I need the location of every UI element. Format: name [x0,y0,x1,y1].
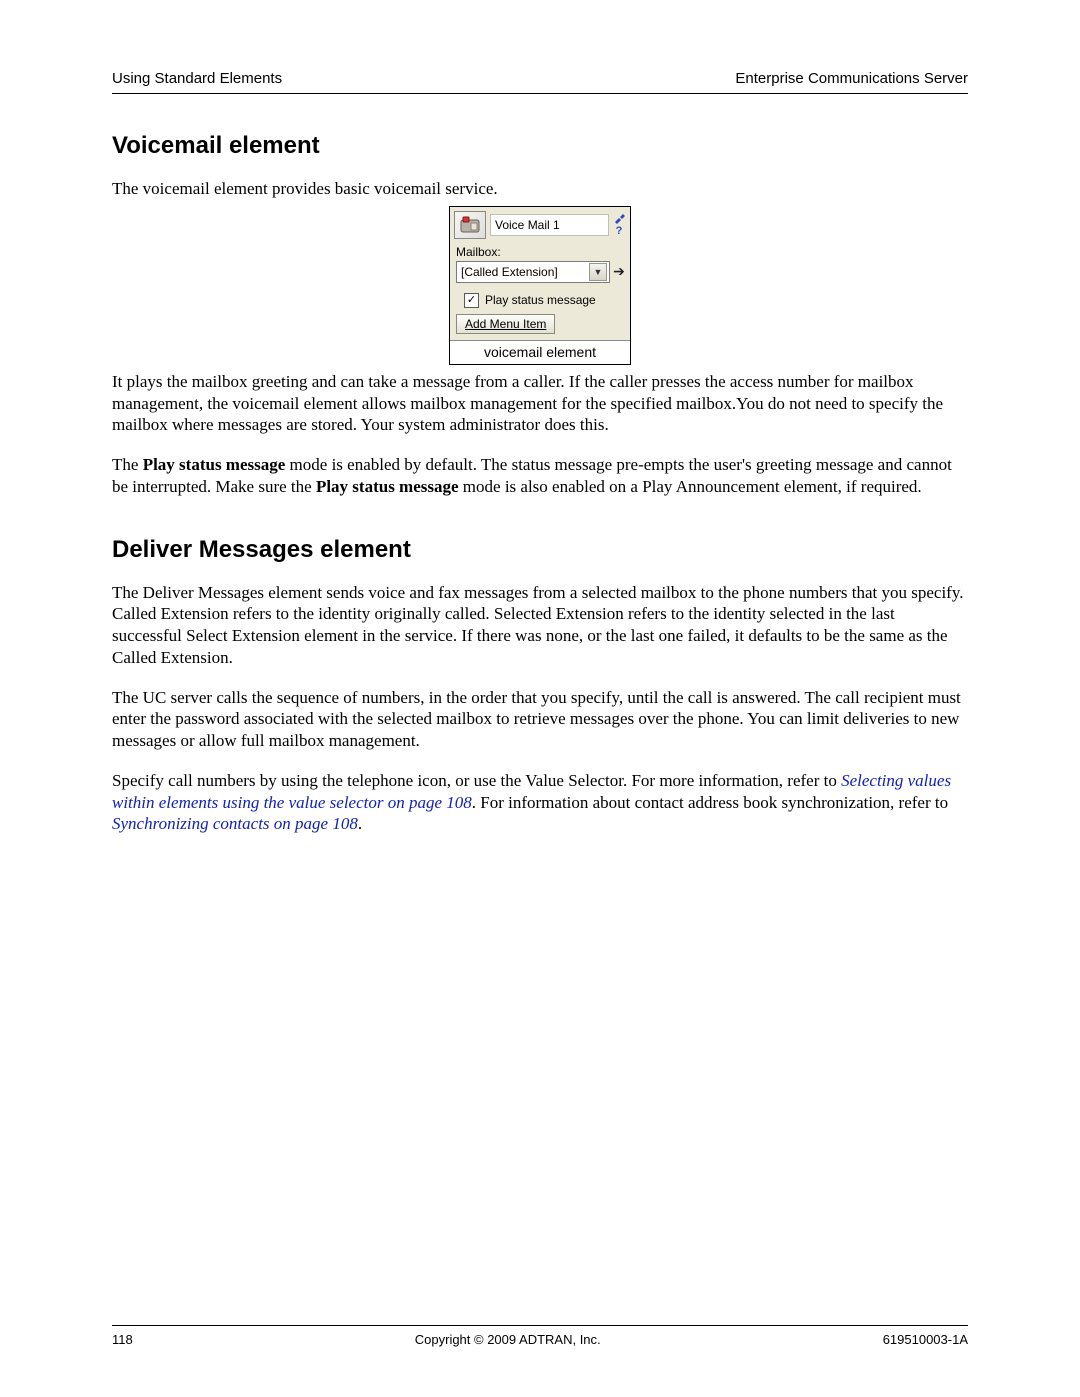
voicemail-p3: The Play status message mode is enabled … [112,454,968,498]
voicemail-p2: It plays the mailbox greeting and can ta… [112,371,968,436]
figure-title-input[interactable]: Voice Mail 1 [490,214,609,236]
heading-voicemail-element: Voicemail element [112,132,968,160]
play-status-checkbox[interactable]: ✓ [464,293,479,308]
deliver-p2: The UC server calls the sequence of numb… [112,687,968,752]
text: Specify call numbers by using the teleph… [112,771,841,790]
figure-caption: voicemail element [450,340,630,364]
mailbox-select-value: [Called Extension] [461,265,558,279]
pin-icon[interactable] [612,214,626,224]
running-header: Using Standard Elements Enterprise Commu… [112,70,968,94]
exit-arrow-icon: ➔ [610,263,628,280]
text: . [358,814,362,833]
chevron-down-icon[interactable]: ▼ [589,263,607,281]
mailbox-label: Mailbox: [450,241,630,259]
figure-title-row: Voice Mail 1 ? [450,207,630,241]
figure-container: Voice Mail 1 ? Mailbox: [Called Extensio… [112,206,968,365]
deliver-p1: The Deliver Messages element sends voice… [112,582,968,669]
voicemail-intro: The voicemail element provides basic voi… [112,178,968,200]
text: . For information about contact address … [472,793,948,812]
header-left: Using Standard Elements [112,70,282,87]
text: mode is also enabled on a Play Announcem… [459,477,922,496]
text: The [112,455,143,474]
phone-icon [454,211,486,239]
link-sync-contacts[interactable]: Synchronizing contacts on page 108 [112,814,358,833]
header-right: Enterprise Communications Server [735,70,968,87]
bold-play-status-2: Play status message [316,477,459,496]
voicemail-element-figure: Voice Mail 1 ? Mailbox: [Called Extensio… [449,206,631,365]
mailbox-select[interactable]: [Called Extension] ▼ [456,261,610,283]
page-number: 118 [112,1332,133,1347]
bold-play-status: Play status message [143,455,286,474]
doc-number: 619510003-1A [883,1332,968,1347]
copyright: Copyright © 2009 ADTRAN, Inc. [415,1332,601,1347]
deliver-p3: Specify call numbers by using the teleph… [112,770,968,835]
heading-deliver-messages-element: Deliver Messages element [112,536,968,564]
footer: 118 Copyright © 2009 ADTRAN, Inc. 619510… [112,1325,968,1347]
add-menu-item-button[interactable]: Add Menu Item [456,314,555,334]
help-icon[interactable]: ? [612,226,626,236]
play-status-label: Play status message [485,293,596,307]
